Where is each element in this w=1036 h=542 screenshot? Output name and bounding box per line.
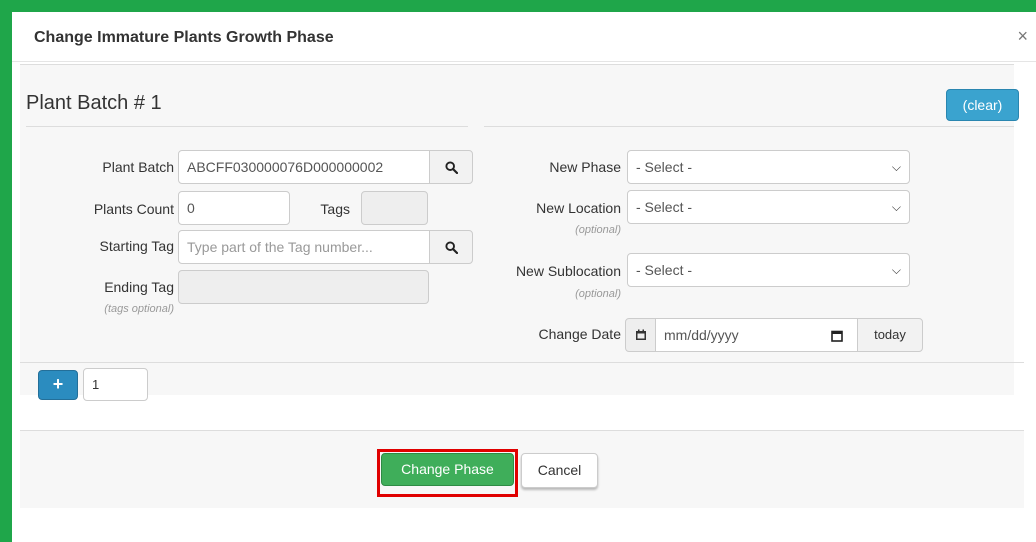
new-location-label: New Location [536, 200, 621, 216]
divider [26, 126, 468, 127]
new-phase-label: New Phase [549, 159, 621, 175]
ending-tag-field [178, 270, 429, 304]
calendar-picker-icon[interactable] [831, 330, 843, 342]
close-icon[interactable]: × [1017, 26, 1028, 47]
change-phase-button[interactable]: Change Phase [381, 453, 514, 486]
change-date-placeholder: mm/dd/yyyy [664, 327, 739, 343]
today-button[interactable]: today [857, 318, 923, 352]
new-location-value: - Select - [636, 199, 693, 215]
plant-batch-label: Plant Batch [102, 159, 174, 175]
plants-count-input[interactable]: 0 [178, 191, 290, 225]
batch-count-input[interactable]: 1 [83, 368, 148, 401]
starting-tag-input[interactable]: Type part of the Tag number... [178, 230, 430, 264]
new-sublocation-select[interactable]: - Select - ⌵ [627, 253, 910, 287]
new-sublocation-value: - Select - [636, 262, 693, 278]
window-frame-left [0, 0, 12, 542]
tags-count-field [361, 191, 428, 225]
divider [20, 362, 1024, 363]
window-frame-top [0, 0, 1036, 12]
new-sublocation-label: New Sublocation [515, 263, 621, 279]
divider [484, 126, 1014, 127]
starting-tag-label: Starting Tag [99, 238, 174, 254]
starting-tag-search-button[interactable] [429, 230, 473, 264]
chevron-down-icon: ⌵ [891, 200, 901, 214]
add-batch-button[interactable]: + [38, 370, 78, 400]
new-location-select[interactable]: - Select - ⌵ [627, 190, 910, 224]
search-icon [444, 160, 458, 174]
plant-batch-search-button[interactable] [429, 150, 473, 184]
dialog-title: Change Immature Plants Growth Phase [34, 29, 334, 46]
plants-count-label: Plants Count [93, 201, 174, 217]
batch-title: Plant Batch # 1 [26, 92, 162, 114]
plant-batch-input[interactable]: ABCFF030000076D000000002 [178, 150, 430, 184]
ending-tag-note: (tags optional) [104, 303, 174, 315]
calendar-addon [625, 318, 656, 352]
clear-button[interactable]: (clear) [946, 89, 1019, 121]
dialog-header: Change Immature Plants Growth Phase × [12, 12, 1036, 62]
tags-label: Tags [320, 201, 350, 217]
new-phase-select[interactable]: - Select - ⌵ [627, 150, 910, 184]
search-icon [444, 240, 458, 254]
cancel-button[interactable]: Cancel [521, 453, 598, 488]
new-sublocation-note: (optional) [575, 288, 621, 300]
chevron-down-icon: ⌵ [891, 263, 901, 277]
change-date-input[interactable]: mm/dd/yyyy [655, 318, 858, 352]
change-date-label: Change Date [538, 326, 621, 342]
calendar-icon [635, 329, 646, 340]
new-phase-value: - Select - [636, 159, 693, 175]
new-location-note: (optional) [575, 224, 621, 236]
ending-tag-label: Ending Tag [104, 279, 174, 295]
chevron-down-icon: ⌵ [891, 160, 901, 174]
